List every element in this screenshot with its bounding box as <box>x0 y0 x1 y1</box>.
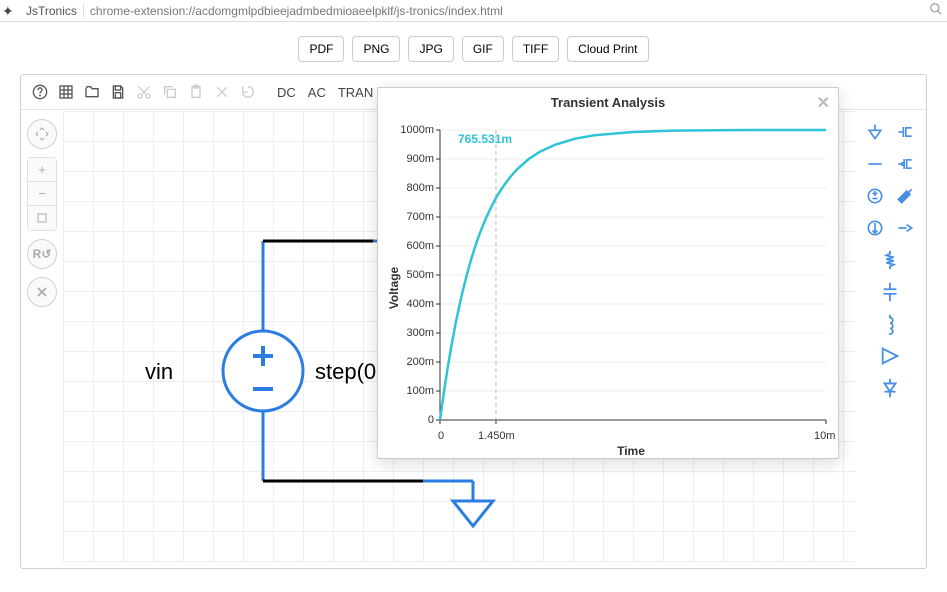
transient-analysis-popup: Transient Analysis ✕ Voltage Time 765.53… <box>377 87 839 459</box>
component-isource-icon[interactable] <box>862 215 888 241</box>
clear-button[interactable] <box>27 277 57 307</box>
export-png-button[interactable]: PNG <box>352 36 400 62</box>
component-palette <box>860 119 920 562</box>
component-pmos-icon[interactable] <box>892 151 918 177</box>
export-toolbar: PDF PNG JPG GIF TIFF Cloud Print <box>0 22 947 74</box>
export-pdf-button[interactable]: PDF <box>298 36 344 62</box>
zoom-out-button[interactable]: − <box>28 182 56 206</box>
analysis-dc-button[interactable]: DC <box>273 85 300 100</box>
analysis-tran-button[interactable]: TRAN <box>334 85 377 100</box>
bookmark-star-icon[interactable]: ✦ <box>2 3 14 20</box>
cut-icon <box>133 81 155 103</box>
chart-x-axis-label: Time <box>617 444 645 458</box>
paste-icon <box>185 81 207 103</box>
chart-svg <box>378 116 840 436</box>
component-capacitor-icon[interactable] <box>877 279 903 305</box>
export-cloud-print-button[interactable]: Cloud Print <box>567 36 648 62</box>
component-nmos-icon[interactable] <box>892 119 918 145</box>
zoom-in-button[interactable]: + <box>28 158 56 182</box>
component-wire-icon[interactable] <box>862 151 888 177</box>
transient-chart[interactable]: Voltage Time 765.531m 0 100m 200m 300m 4… <box>378 116 838 460</box>
delete-icon <box>211 81 233 103</box>
browser-url-bar: ✦ JsTronics chrome-extension://acdomgmlp… <box>0 0 947 22</box>
export-gif-button[interactable]: GIF <box>462 36 504 62</box>
url-text: chrome-extension://acdomgmlpdbieejadmbed… <box>84 4 929 18</box>
component-resistor-icon[interactable] <box>877 247 903 273</box>
component-probe-icon[interactable] <box>892 183 918 209</box>
source-name-label: vin <box>145 359 173 385</box>
zoom-fit-button[interactable] <box>28 206 56 230</box>
export-tiff-button[interactable]: TIFF <box>512 36 559 62</box>
analysis-ac-button[interactable]: AC <box>304 85 330 100</box>
popup-title: Transient Analysis <box>551 95 665 110</box>
component-opamp-icon[interactable] <box>877 343 903 369</box>
circuit-drawing: vin step(0, <box>103 231 423 577</box>
component-node-icon[interactable] <box>892 215 918 241</box>
reset-button[interactable]: R↺ <box>27 239 57 269</box>
view-controls: + − R↺ <box>27 119 57 307</box>
export-jpg-button[interactable]: JPG <box>408 36 453 62</box>
close-icon[interactable]: ✕ <box>817 93 830 113</box>
search-icon[interactable] <box>929 2 943 19</box>
rotate-icon <box>237 81 259 103</box>
copy-icon <box>159 81 181 103</box>
app-name: JsTronics <box>20 4 84 18</box>
component-ground-icon[interactable] <box>862 119 888 145</box>
popup-title-bar[interactable]: Transient Analysis ✕ <box>378 88 838 116</box>
source-value-label: step(0, <box>315 359 382 385</box>
grid-icon[interactable] <box>55 81 77 103</box>
workspace: DC AC TRAN + − R↺ <box>20 74 927 569</box>
component-inductor-icon[interactable] <box>877 311 903 337</box>
component-vsource-icon[interactable] <box>862 183 888 209</box>
help-icon[interactable] <box>29 81 51 103</box>
open-icon[interactable] <box>81 81 103 103</box>
save-icon[interactable] <box>107 81 129 103</box>
component-diode-icon[interactable] <box>877 375 903 401</box>
pan-icon[interactable] <box>27 119 57 149</box>
